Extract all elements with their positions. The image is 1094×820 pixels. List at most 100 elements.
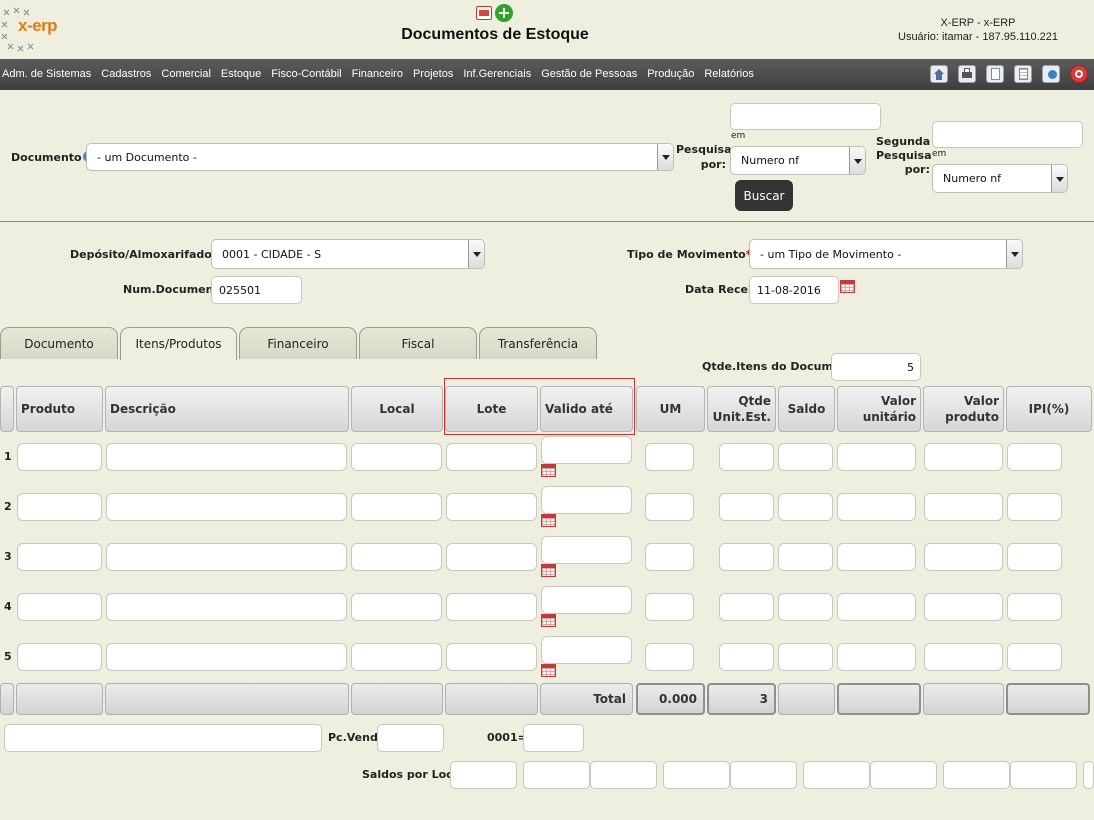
local-input[interactable] <box>351 593 442 621</box>
ipi-input[interactable] <box>1007 543 1062 571</box>
valor-produto-input[interactable] <box>924 643 1003 671</box>
qtde-input[interactable] <box>719 493 774 521</box>
chevron-down-icon[interactable] <box>1051 165 1067 192</box>
chevron-down-icon[interactable] <box>468 240 484 268</box>
valor-produto-input[interactable] <box>924 493 1003 521</box>
ipi-input[interactable] <box>1007 593 1062 621</box>
lote-input[interactable] <box>446 493 537 521</box>
descricao-input[interactable] <box>106 643 347 671</box>
saldo-input[interactable] <box>778 443 833 471</box>
menu-item-comercial[interactable]: Comercial <box>161 68 211 80</box>
segunda-pesquisa-select[interactable]: Numero nf <box>932 164 1068 193</box>
qtde-input[interactable] <box>719 593 774 621</box>
col-valor-produto[interactable]: Valor produto <box>923 386 1004 432</box>
qtde-input[interactable] <box>719 643 774 671</box>
produto-input[interactable] <box>17 493 102 521</box>
print-icon[interactable] <box>958 65 976 83</box>
qtde-itens-input[interactable]: 5 <box>831 353 921 381</box>
saldo-input[interactable] <box>778 543 833 571</box>
chevron-down-icon[interactable] <box>657 144 673 170</box>
export-icon[interactable] <box>986 65 1004 83</box>
valido-ate-input[interactable] <box>541 436 632 464</box>
local-input[interactable] <box>351 643 442 671</box>
descricao-input[interactable] <box>106 493 347 521</box>
valor-unitario-input[interactable] <box>837 593 916 621</box>
tab-documento[interactable]: Documento <box>0 327 118 359</box>
valido-ate-input[interactable] <box>541 636 632 664</box>
valido-ate-input[interactable] <box>541 536 632 564</box>
valor-unitario-input[interactable] <box>837 443 916 471</box>
valor-produto-input[interactable] <box>924 593 1003 621</box>
tab-itens-produtos[interactable]: Itens/Produtos <box>120 327 237 360</box>
um-input[interactable] <box>645 493 694 521</box>
col-local[interactable]: Local <box>351 386 443 432</box>
menu-item-estoque[interactable]: Estoque <box>221 68 261 80</box>
menu-item-adm-sistemas[interactable]: Adm. de Sistemas <box>2 68 91 80</box>
produto-input[interactable] <box>17 593 102 621</box>
saldo-local-input[interactable] <box>450 761 517 789</box>
valor-unitario-input[interactable] <box>837 493 916 521</box>
qtde-input[interactable] <box>719 543 774 571</box>
chevron-down-icon[interactable] <box>849 147 865 174</box>
saldo-input[interactable] <box>778 643 833 671</box>
calendar-icon[interactable] <box>541 614 556 627</box>
lote-input[interactable] <box>446 443 537 471</box>
tab-financeiro[interactable]: Financeiro <box>239 327 357 359</box>
menu-item-gestao-pessoas[interactable]: Gestão de Pessoas <box>541 68 637 80</box>
qtde-input[interactable] <box>719 443 774 471</box>
descricao-input[interactable] <box>106 593 347 621</box>
lote-input[interactable] <box>446 543 537 571</box>
buscar-button[interactable]: Buscar <box>735 180 793 211</box>
menu-item-projetos[interactable]: Projetos <box>413 68 453 80</box>
logout-icon[interactable] <box>1070 65 1088 83</box>
valido-ate-input[interactable] <box>541 586 632 614</box>
menu-item-inf-gerenciais[interactable]: Inf.Gerenciais <box>463 68 531 80</box>
calendar-icon[interactable] <box>541 464 556 477</box>
produto-input[interactable] <box>17 643 102 671</box>
pesquisar-select[interactable]: Numero nf <box>730 146 866 175</box>
saldo-local-input[interactable] <box>870 761 937 789</box>
valido-ate-input[interactable] <box>541 486 632 514</box>
home-icon[interactable] <box>930 65 948 83</box>
menu-item-fisco-contabil[interactable]: Fisco-Contábil <box>271 68 341 80</box>
tipo-movimento-select[interactable]: - um Tipo de Movimento - <box>749 239 1023 269</box>
menu-item-relatorios[interactable]: Relatórios <box>704 68 754 80</box>
data-receb-input[interactable]: 11-08-2016 <box>749 276 839 304</box>
local-input[interactable] <box>351 493 442 521</box>
saldo-input[interactable] <box>778 593 833 621</box>
saldo-local-input[interactable] <box>803 761 870 789</box>
document-icon[interactable] <box>1014 65 1032 83</box>
saldo-local-input[interactable] <box>523 761 590 789</box>
saldo-local-input[interactable] <box>730 761 797 789</box>
ipi-input[interactable] <box>1007 493 1062 521</box>
documento-select[interactable]: - um Documento - <box>86 143 674 171</box>
lote-input[interactable] <box>446 593 537 621</box>
calendar-icon[interactable] <box>840 280 855 293</box>
ipi-input[interactable] <box>1007 443 1062 471</box>
col-saldo[interactable]: Saldo <box>778 386 835 432</box>
um-input[interactable] <box>645 593 694 621</box>
chevron-down-icon[interactable] <box>1006 240 1022 268</box>
help-icon[interactable] <box>1042 65 1060 83</box>
segunda-pesquisa-input[interactable] <box>932 121 1083 148</box>
menu-item-producao[interactable]: Produção <box>647 68 694 80</box>
deposito-select[interactable]: 0001 - CIDADE - S <box>211 239 485 269</box>
tab-transferencia[interactable]: Transferência <box>479 327 597 359</box>
calendar-icon[interactable] <box>541 664 556 677</box>
lote-input[interactable] <box>446 643 537 671</box>
pesquisar-input[interactable] <box>730 103 881 130</box>
descricao-input[interactable] <box>106 543 347 571</box>
saldo-local-input[interactable] <box>1010 761 1077 789</box>
pc-venda-input[interactable] <box>377 724 444 752</box>
saldo-input[interactable] <box>778 493 833 521</box>
valor-produto-input[interactable] <box>924 443 1003 471</box>
col-um[interactable]: UM <box>636 386 705 432</box>
col-qtde-unit-est[interactable]: Qtde Unit.Est. <box>707 386 776 432</box>
num-documento-input[interactable]: 025501 <box>211 276 302 304</box>
um-input[interactable] <box>645 443 694 471</box>
um-input[interactable] <box>645 543 694 571</box>
calendar-icon[interactable] <box>541 514 556 527</box>
saldo-local-input[interactable] <box>943 761 1010 789</box>
produto-input[interactable] <box>17 543 102 571</box>
tab-fiscal[interactable]: Fiscal <box>359 327 477 359</box>
